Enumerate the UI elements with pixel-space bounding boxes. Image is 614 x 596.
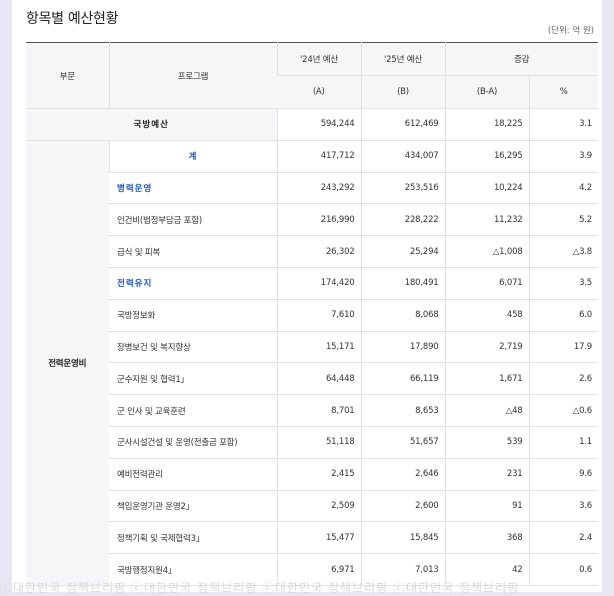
cell-pct: 5.2 [528, 203, 598, 237]
cell-a: 64,448 [276, 362, 361, 396]
cell-pct: 2.6 [528, 362, 598, 396]
cell-b: 15,845 [360, 521, 445, 555]
cell-pct: 3.5 [528, 267, 598, 300]
cell-a: 15,477 [276, 521, 361, 555]
cell-diff: 2,719 [444, 331, 529, 364]
cell-b: 228,222 [360, 203, 445, 237]
table-row: 정책기획 및 국제협력3」 15,477 15,845 368 2.4 [26, 521, 598, 555]
program-cell: 급식 및 피복 [109, 235, 277, 268]
cell-a: 8,701 [276, 394, 361, 427]
program-cell: 인건비(법정부담금 포함) [109, 203, 277, 237]
table-row: 국방정보화 7,610 8,068 458 6.0 [26, 299, 598, 332]
cell-b: 2,600 [360, 490, 445, 523]
sector-label: 전력운영비 [26, 140, 109, 586]
header-col-pct: % [528, 75, 598, 109]
table-row: 급식 및 피복 26,302 25,294 △1,008 △3.8 [26, 235, 598, 268]
table-row: 전력유지 174,420 180,491 6,071 3.5 [26, 267, 598, 300]
cell-b: 17,890 [360, 331, 445, 364]
cell-b: 2,646 [360, 458, 445, 491]
table-row: 책임운영기관 운영2」 2,509 2,600 91 3.6 [26, 490, 598, 523]
cell-a: 2,415 [276, 458, 361, 491]
table-row: 병력운영 243,292 253,516 10,224 4.2 [26, 172, 598, 205]
budget-table: 부문 프로그램 '24년 예산 '25년 예산 증감 (A) (B) (B-A)… [26, 42, 598, 586]
cell-b: 66,119 [360, 362, 445, 396]
program-cell: 군수지원 및 협력1」 [109, 362, 277, 396]
cell-pct: △0.6 [528, 394, 598, 427]
total-diff: 18,225 [444, 108, 529, 141]
cell-a: 7,610 [276, 299, 361, 332]
cell-pct: 3.9 [528, 140, 598, 173]
program-cell: 국방정보화 [109, 299, 277, 332]
cell-pct: 3.6 [528, 490, 598, 523]
watermark: ⓒ대한민국 정책브리핑 ⓒ대한민국 정책브리핑 ⓒ대한민국 정책브리핑 ⓒ대한민… [0, 581, 520, 595]
table-row: 예비전력관리 2,415 2,646 231 9.6 [26, 458, 598, 491]
program-cell: 병력운영 [109, 172, 277, 205]
cell-b: 8,653 [360, 394, 445, 427]
cell-diff: 231 [444, 458, 529, 491]
cell-diff: △1,008 [444, 235, 529, 268]
cell-pct: 1.1 [528, 426, 598, 459]
cell-b: 25,294 [360, 235, 445, 268]
cell-pct: 9.6 [528, 458, 598, 491]
cell-b: 253,516 [360, 172, 445, 205]
header-budget24: '24년 예산 [276, 42, 361, 76]
total-a: 594,244 [276, 108, 361, 141]
cell-pct: 4.2 [528, 172, 598, 205]
cell-a: 15,171 [276, 331, 361, 364]
cell-pct: 2.4 [528, 521, 598, 555]
cell-a: 243,292 [276, 172, 361, 205]
page-title: 항목별 예산현황 [26, 11, 119, 27]
cell-a: 216,990 [276, 203, 361, 237]
cell-a: 417,712 [276, 140, 361, 173]
table-row: 장병보건 및 복지향상 15,171 17,890 2,719 17.9 [26, 331, 598, 364]
header-col-b: (B) [360, 75, 445, 109]
total-pct: 3.1 [528, 108, 598, 141]
cell-a: 26,302 [276, 235, 361, 268]
table-row: 전력운영비 계 417,712 434,007 16,295 3.9 [26, 140, 598, 586]
header-program: 프로그램 [108, 42, 277, 109]
header-change: 증감 [444, 42, 598, 76]
total-label: 국방예산 [26, 108, 277, 141]
cell-a: 174,420 [276, 267, 361, 300]
cell-b: 51,657 [360, 426, 445, 459]
program-cell: 책임운영기관 운영2」 [109, 490, 277, 523]
table-row: 군수지원 및 협력1」 64,448 66,119 1,671 2.6 [26, 362, 598, 396]
program-cell: 계 [108, 140, 277, 173]
cell-diff: 1,671 [444, 362, 529, 396]
cell-pct: 17.9 [528, 331, 598, 364]
cell-diff: △48 [444, 394, 529, 427]
cell-diff: 10,224 [444, 172, 529, 205]
cell-diff: 368 [444, 521, 529, 555]
cell-diff: 16,295 [444, 140, 529, 173]
cell-b: 434,007 [360, 140, 445, 173]
cell-a: 51,118 [276, 426, 361, 459]
header-division: 부문 [26, 42, 109, 109]
cell-a: 2,509 [276, 490, 361, 523]
table-row: 인건비(법정부담금 포함) 216,990 228,222 11,232 5.2 [26, 203, 598, 237]
cell-pct: △3.8 [528, 235, 598, 268]
program-cell: 군사시설건설 및 운영(전출금 포함) [109, 426, 277, 459]
program-cell: 군 인사 및 교육훈련 [109, 394, 277, 427]
program-cell: 전력유지 [109, 267, 277, 300]
cell-diff: 91 [444, 490, 529, 523]
program-cell: 예비전력관리 [109, 458, 277, 491]
header-budget25: '25년 예산 [360, 42, 445, 76]
total-b: 612,469 [360, 108, 445, 141]
unit-note: (단위: 억 원) [547, 26, 594, 36]
cell-diff: 6,071 [444, 267, 529, 300]
header-col-ba: (B-A) [444, 75, 529, 109]
total-row: 국방예산 594,244 612,469 18,225 3.1 [26, 108, 598, 141]
table-row: 군사시설건설 및 운영(전출금 포함) 51,118 51,657 539 1.… [26, 426, 598, 459]
table-row: 군 인사 및 교육훈련 8,701 8,653 △48 △0.6 [26, 394, 598, 427]
cell-diff: 458 [444, 299, 529, 332]
content-sheet: 항목별 예산현황 (단위: 억 원) 부문 프로그램 '24년 예산 '25년 … [12, 0, 602, 592]
cell-b: 8,068 [360, 299, 445, 332]
cell-b: 180,491 [360, 267, 445, 300]
program-cell: 장병보건 및 복지향상 [109, 331, 277, 364]
cell-pct: 6.0 [528, 299, 598, 332]
header-col-a: (A) [277, 75, 361, 109]
cell-diff: 11,232 [444, 203, 529, 237]
cell-diff: 539 [444, 426, 529, 459]
program-cell: 정책기획 및 국제협력3」 [109, 521, 277, 555]
